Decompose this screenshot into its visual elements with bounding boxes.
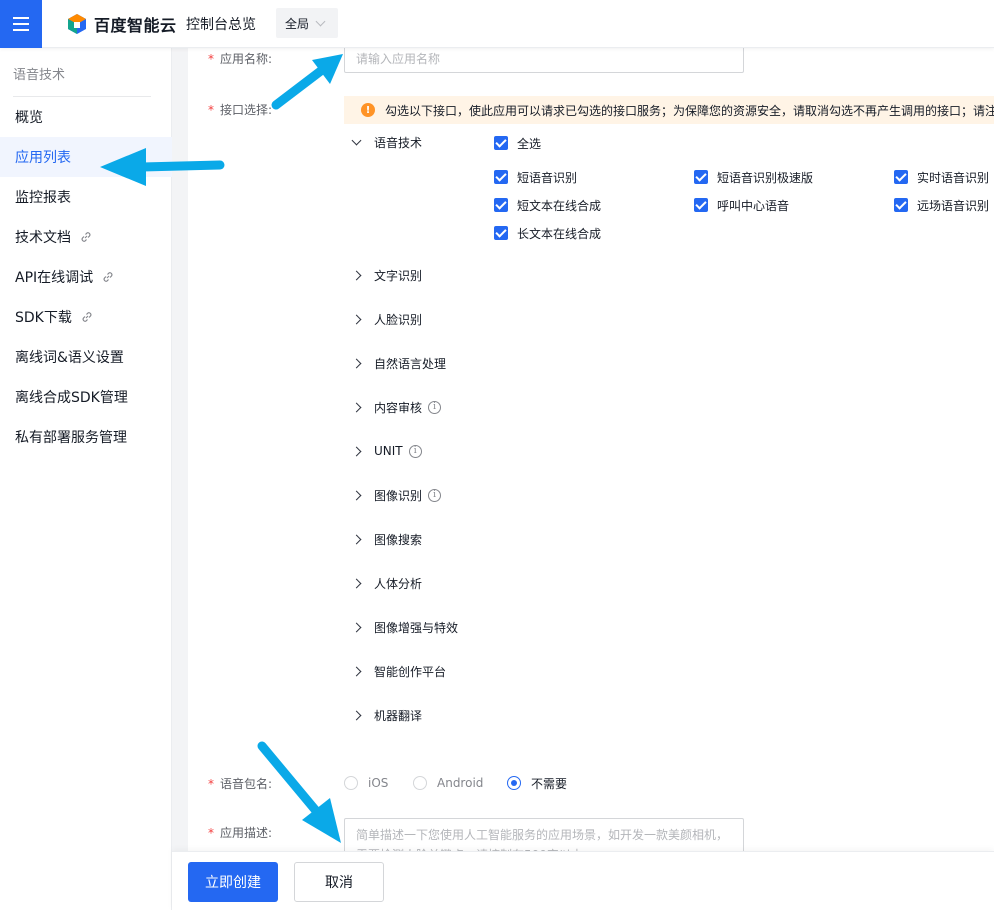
category-body-analysis[interactable]: 人体分析	[350, 572, 422, 594]
sidebar-item-label: 离线词&语义设置	[15, 350, 124, 366]
api-checkbox[interactable]: 远场语音识别	[894, 196, 989, 214]
category-image-recognition[interactable]: 图像识别 i	[350, 484, 442, 506]
sidebar-item-label: API在线调试	[15, 270, 94, 286]
api-checkbox[interactable]: 长文本在线合成	[494, 224, 601, 242]
external-link-icon	[81, 232, 91, 242]
annotation-arrow-app-name	[271, 54, 343, 110]
checkbox-checked-icon	[494, 136, 508, 150]
sidebar-item-monitoring[interactable]: 监控报表	[0, 177, 172, 217]
category-unit[interactable]: UNIT i	[350, 440, 422, 462]
chevron-down-icon	[351, 135, 362, 145]
chevron-right-icon	[351, 446, 362, 456]
sidebar-item-overview[interactable]: 概览	[0, 97, 172, 137]
sidebar-item-label: 监控报表	[15, 190, 71, 206]
api-notice-banner: ! 勾选以下接口，使此应用可以请求已勾选的接口服务；为保障您的资源安全，请取消勾…	[344, 96, 994, 124]
category-nlp[interactable]: 自然语言处理	[350, 352, 446, 374]
package-radio-android[interactable]: Android	[413, 774, 483, 792]
package-label: * 语音包名:	[208, 777, 273, 791]
checkbox-checked-icon	[694, 170, 708, 184]
checkbox-checked-icon	[494, 226, 508, 240]
sidebar-item-label: 技术文档	[15, 230, 71, 246]
checkbox-checked-icon	[694, 198, 708, 212]
info-icon[interactable]: i	[428, 488, 442, 502]
app-name-input[interactable]	[344, 44, 744, 73]
category-creation-platform[interactable]: 智能创作平台	[350, 660, 446, 682]
chevron-right-icon	[351, 622, 362, 632]
sidebar-item-offline-words[interactable]: 离线词&语义设置	[0, 337, 172, 377]
chevron-right-icon	[351, 710, 362, 720]
category-ocr[interactable]: 文字识别	[350, 264, 422, 286]
logo-text: 百度智能云	[94, 16, 177, 35]
region-value: 全局	[285, 16, 310, 31]
sidebar-item-api-debug[interactable]: API在线调试	[0, 257, 172, 297]
category-face[interactable]: 人脸识别	[350, 308, 422, 330]
chevron-right-icon	[351, 534, 362, 544]
checkbox-checked-icon	[894, 198, 908, 212]
sidebar-item-docs[interactable]: 技术文档	[0, 217, 172, 257]
chevron-right-icon	[351, 358, 362, 368]
baidu-cloud-logo[interactable]: 百度智能云	[66, 12, 177, 36]
api-checkbox[interactable]: 实时语音识别	[894, 168, 989, 186]
sidebar-item-sdk-download[interactable]: SDK下载	[0, 297, 172, 337]
sidebar-item-label: 概览	[15, 110, 43, 126]
sidebar-item-app-list[interactable]: 应用列表	[0, 137, 172, 177]
chevron-right-icon	[351, 490, 362, 500]
external-link-icon	[103, 272, 113, 282]
sidebar-item-private-deploy[interactable]: 私有部署服务管理	[0, 417, 172, 457]
radio-icon	[344, 776, 358, 790]
chevron-down-icon	[315, 16, 326, 26]
package-radio-ios[interactable]: iOS	[344, 774, 388, 792]
chevron-right-icon	[351, 314, 362, 324]
region-selector[interactable]: 全局	[276, 8, 338, 38]
api-checkbox[interactable]: 短文本在线合成	[494, 196, 601, 214]
warning-icon: !	[361, 103, 375, 117]
category-content-review[interactable]: 内容审核 i	[350, 396, 442, 418]
sidebar: 语音技术 概览 应用列表 监控报表 技术文档 API在线调试 SDK下载 离线词…	[0, 48, 172, 910]
sidebar-title: 语音技术	[13, 68, 66, 83]
api-checkbox[interactable]: 呼叫中心语音	[694, 196, 789, 214]
info-icon[interactable]: i	[408, 444, 422, 458]
hamburger-menu-icon[interactable]	[0, 0, 42, 48]
top-bar: 百度智能云 控制台总览 全局	[0, 0, 994, 48]
radio-icon	[413, 776, 427, 790]
radio-checked-icon	[507, 776, 521, 790]
api-checkbox[interactable]: 短语音识别极速版	[694, 168, 813, 186]
console-overview-link[interactable]: 控制台总览	[186, 14, 256, 34]
category-speech-expanded[interactable]: 语音技术	[350, 131, 422, 153]
baidu-cloud-logo-icon	[68, 14, 86, 34]
chevron-right-icon	[351, 666, 362, 676]
chevron-right-icon	[351, 402, 362, 412]
sidebar-item-label: 私有部署服务管理	[15, 430, 127, 446]
chevron-right-icon	[351, 270, 362, 280]
sidebar-item-offline-tts-sdk[interactable]: 离线合成SDK管理	[0, 377, 172, 417]
category-label: 语音技术	[374, 135, 423, 150]
description-label: * 应用描述:	[208, 826, 273, 840]
app-name-label: * 应用名称:	[208, 52, 273, 66]
api-notice-text: 勾选以下接口，使此应用可以请求已勾选的接口服务；为保障您的资源安全，请取消勾选不…	[385, 103, 994, 118]
api-select-label: * 接口选择:	[208, 103, 273, 117]
sidebar-item-label: 应用列表	[15, 150, 71, 166]
content-gutter	[172, 48, 188, 910]
api-checkbox[interactable]: 短语音识别	[494, 168, 577, 186]
external-link-icon	[82, 312, 92, 322]
sidebar-item-label: SDK下载	[15, 310, 72, 326]
info-icon[interactable]: i	[428, 400, 442, 414]
cancel-button[interactable]: 取消	[294, 862, 384, 902]
checkbox-checked-icon	[494, 198, 508, 212]
package-radio-none[interactable]: 不需要	[507, 774, 567, 792]
category-machine-translation[interactable]: 机器翻译	[350, 704, 422, 726]
checkbox-checked-icon	[894, 170, 908, 184]
sidebar-item-label: 离线合成SDK管理	[15, 390, 128, 406]
select-all-checkbox[interactable]: 全选	[494, 134, 541, 152]
category-image-search[interactable]: 图像搜索	[350, 528, 422, 550]
create-button[interactable]: 立即创建	[188, 862, 278, 902]
checkbox-checked-icon	[494, 170, 508, 184]
chevron-right-icon	[351, 578, 362, 588]
annotation-arrow-description	[257, 741, 341, 843]
category-image-enhance[interactable]: 图像增强与特效	[350, 616, 458, 638]
